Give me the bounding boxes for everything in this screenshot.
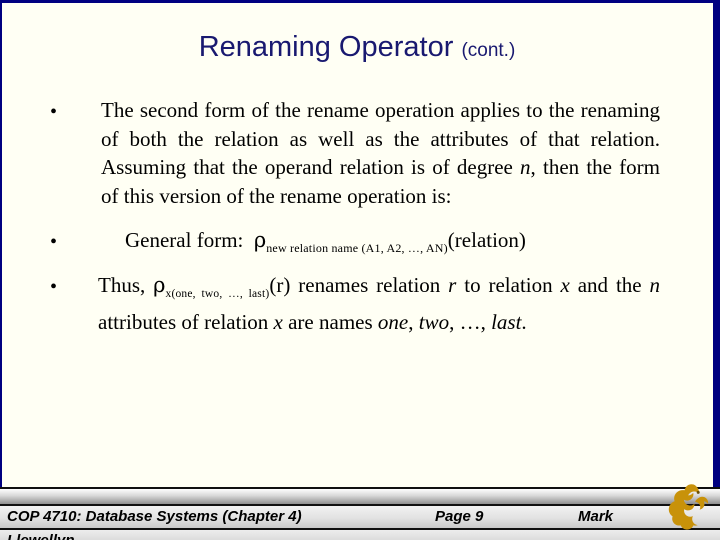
thus-mid-3: and the (569, 272, 650, 297)
thus-variable-x-first: x (560, 272, 570, 297)
bullet-marker-icon: • (50, 231, 58, 253)
rho-symbol: ρ (253, 228, 267, 252)
rho-subscript-thus: x(one, two, …, last) (165, 287, 270, 300)
footer-band-lower (0, 530, 720, 540)
slide-title-main: Renaming Operator (198, 31, 454, 63)
slide-body: • The second form of the rename operatio… (0, 96, 714, 476)
rho-argument-thus: (r) (269, 272, 291, 297)
bullet-text-thus: Thus, ρx(one, two, …, last)(r) renames r… (98, 271, 660, 337)
slide-title: Renaming Operator (cont.) (0, 30, 714, 68)
slide-border-top (0, 0, 720, 3)
slide-canvas: Renaming Operator (cont.) • The second f… (0, 0, 720, 540)
footer-page-number: Page 9 (435, 508, 484, 525)
attribute-name-one: one (377, 310, 409, 335)
slide-footer: COP 4710: Database Systems (Chapter 4) P… (0, 484, 720, 540)
thus-mid-4: attributes of relation (98, 310, 274, 335)
bullet-1-variable-n: n (520, 155, 531, 179)
thus-mid-1: renames relation (290, 272, 449, 297)
rho-subscript-general: new relation name (A1, A2, …, AN) (266, 241, 448, 256)
ucf-pegasus-logo (655, 475, 720, 540)
bullet-item-thus: • Thus, ρx(one, two, …, last)(r) renames… (0, 271, 714, 337)
general-form-label: General form: (125, 228, 244, 252)
thus-mid-2: to relation (456, 272, 561, 297)
thus-variable-n: n (649, 272, 661, 297)
slide-title-continuation: (cont.) (461, 40, 516, 61)
thus-separator-1: , (408, 310, 419, 335)
bullet-item-general-form: • General form: ρnew relation name (A1, … (0, 226, 714, 263)
thus-separator-2: , …, (449, 310, 492, 335)
bullet-text-general-form: General form: ρnew relation name (A1, A2… (125, 226, 674, 263)
footer-author-name: Mark (578, 508, 614, 525)
thus-mid-5: are names (282, 310, 378, 335)
footer-course-label: COP 4710: Database Systems (Chapter 4) (7, 508, 302, 525)
bullet-marker-icon: • (50, 275, 58, 298)
rho-symbol: ρ (153, 272, 166, 297)
footer-band-upper (0, 489, 720, 504)
attribute-name-last: last (491, 310, 522, 335)
bullet-text-second-form: The second form of the rename operation … (101, 96, 660, 210)
footer-author-overflow: Llewellyn (7, 530, 75, 540)
attribute-name-two: two (418, 310, 450, 335)
thus-lead: Thus, (98, 272, 154, 297)
thus-period: . (521, 310, 527, 335)
thus-variable-x-second: x (273, 310, 283, 335)
bullet-marker-icon: • (50, 101, 58, 123)
slide-border-right (713, 0, 720, 540)
rho-operand-general: (relation) (447, 228, 526, 252)
bullet-item-second-form: • The second form of the rename operatio… (0, 96, 714, 210)
